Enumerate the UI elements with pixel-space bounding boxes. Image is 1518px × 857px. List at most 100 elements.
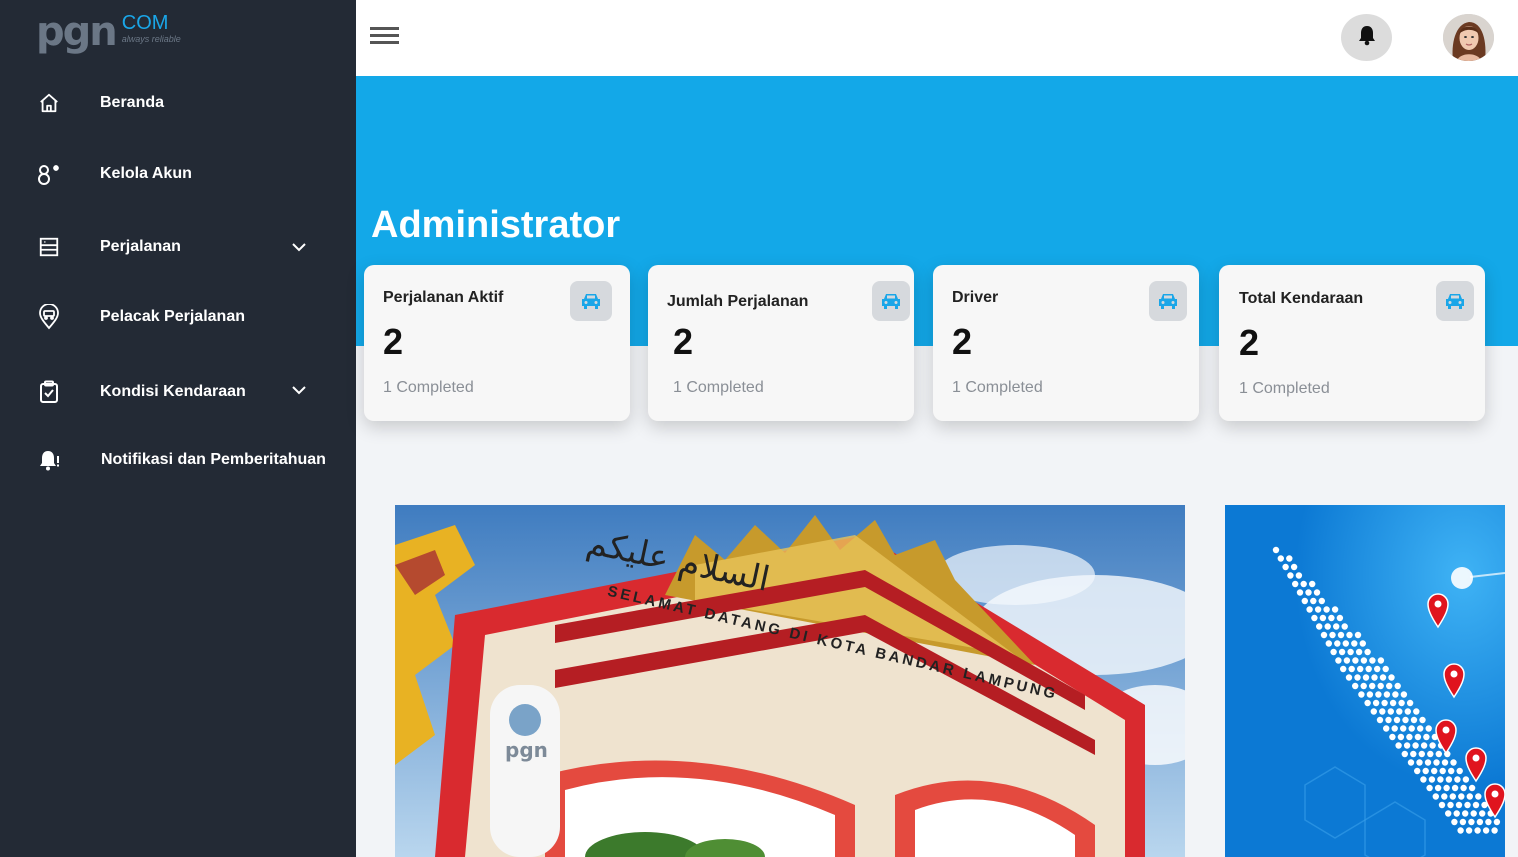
map-dot (1441, 793, 1448, 800)
logo-suffix: COM (121, 12, 169, 34)
home-icon (36, 90, 62, 116)
map-dot (1450, 759, 1457, 766)
map-dot (1286, 555, 1293, 562)
map-dot (1435, 750, 1442, 758)
sidebar-item-pelacak-perjalanan[interactable]: Pelacak Perjalanan (0, 292, 356, 342)
map-dot (1331, 606, 1339, 613)
map-dot (1300, 580, 1307, 588)
map-dot (1305, 589, 1312, 596)
map-dot (1462, 776, 1470, 783)
map-dot (1412, 742, 1419, 749)
map-dot (1449, 793, 1456, 800)
map-dot (1336, 614, 1344, 622)
map-dot (1375, 691, 1382, 698)
map-dot (1360, 682, 1367, 690)
chevron-down-icon[interactable] (290, 238, 308, 256)
city-gate-photo: السلام عليكم SELAMAT DATANG DI KOTA BAND… (395, 505, 1185, 857)
map-dot (1455, 801, 1463, 809)
map-dot (1310, 597, 1317, 605)
map-dot (1330, 648, 1337, 656)
map-dot (1311, 614, 1318, 622)
map-dot (1316, 623, 1323, 630)
map-dot (1351, 640, 1358, 647)
map-dot (1445, 776, 1453, 783)
car-icon[interactable] (1436, 281, 1474, 321)
stat-card-perjalanan-aktif[interactable]: Perjalanan Aktif 2 1 Completed (364, 265, 630, 421)
map-dot (1362, 674, 1370, 681)
car-icon[interactable] (570, 281, 612, 321)
map-dot (1335, 657, 1342, 664)
sidebar-item-label: Pelacak Perjalanan (100, 308, 245, 325)
map-dot (1290, 563, 1298, 571)
sidebar-item-notifikasi[interactable]: Notifikasi dan Pemberitahuan (0, 435, 356, 485)
map-dot (1459, 818, 1467, 826)
map-dot (1347, 648, 1354, 656)
map-dot (1418, 750, 1425, 758)
user-avatar[interactable] (1443, 14, 1494, 61)
map-dot (1296, 589, 1304, 596)
sidebar-item-kelola-akun[interactable]: Kelola Akun (0, 149, 356, 199)
map-dot (1383, 725, 1390, 732)
map-dot (1475, 793, 1482, 800)
map-dot (1413, 708, 1420, 715)
trip-list-icon (36, 234, 62, 260)
map-dot (1420, 742, 1428, 749)
map-dot (1465, 827, 1473, 834)
map-dot (1382, 665, 1389, 673)
map-dot (1354, 631, 1362, 639)
sidebar-item-label: Beranda (100, 94, 165, 111)
car-icon[interactable] (872, 281, 910, 321)
map-dot (1454, 776, 1461, 783)
map-dot (1385, 716, 1392, 724)
map-dot (1287, 572, 1294, 579)
map-dot (1324, 623, 1331, 630)
map-dot (1443, 784, 1450, 792)
map-dot (1445, 810, 1452, 817)
stat-card-total-kendaraan[interactable]: Total Kendaraan 2 1 Completed (1219, 265, 1485, 421)
card-subtitle: 1 Completed (952, 379, 1043, 396)
map-dot (1404, 708, 1411, 715)
map-dot (1476, 818, 1484, 826)
map-dot (1396, 708, 1403, 715)
car-icon[interactable] (1149, 281, 1187, 321)
stat-card-jumlah-perjalanan[interactable]: Jumlah Perjalanan 2 1 Completed (648, 265, 914, 421)
map-dot (1401, 750, 1408, 758)
map-dot (1364, 699, 1371, 707)
tracker-pin-icon (36, 304, 62, 330)
map-dot (1272, 546, 1280, 554)
hamburger-icon[interactable] (370, 27, 400, 49)
sidebar-item-beranda[interactable]: Beranda (0, 78, 356, 128)
map-dot (1438, 801, 1446, 809)
logo-tagline: always reliable (121, 34, 181, 44)
card-value: 2 (952, 321, 973, 362)
stat-card-driver[interactable]: Driver 2 1 Completed (933, 265, 1199, 421)
map-dot (1410, 750, 1417, 758)
map-dot (1387, 708, 1394, 715)
map-dot (1319, 614, 1327, 622)
map-dot (1429, 742, 1436, 749)
sidebar-item-label: Kelola Akun (100, 165, 192, 182)
map-dot (1395, 742, 1402, 749)
map-dot (1460, 784, 1467, 792)
map-dot (1398, 699, 1405, 707)
clipboard-check-icon (36, 379, 62, 405)
user-settings-icon (36, 161, 62, 187)
map-dot (1295, 572, 1303, 579)
sidebar-item-perjalanan[interactable]: Perjalanan (0, 222, 356, 272)
pgn-com-logo[interactable]: pgn COM always reliable (36, 12, 181, 56)
map-dot (1393, 716, 1401, 724)
map-dot (1479, 810, 1486, 817)
logo-brand: pgn (36, 9, 118, 55)
notification-button[interactable] (1341, 14, 1392, 61)
card-title: Jumlah Perjalanan (667, 293, 809, 310)
map-dot (1432, 793, 1439, 800)
chevron-down-icon[interactable] (290, 381, 308, 399)
sidebar-item-kondisi-kendaraan[interactable]: Kondisi Kendaraan (0, 367, 356, 417)
map-dot (1397, 733, 1405, 741)
map-dot (1383, 691, 1391, 698)
map-dot (1343, 657, 1351, 664)
sidebar-item-label: Kondisi Kendaraan (100, 383, 246, 400)
map-dot (1470, 810, 1477, 817)
map-dot (1426, 784, 1433, 792)
map-dot (1400, 691, 1408, 698)
